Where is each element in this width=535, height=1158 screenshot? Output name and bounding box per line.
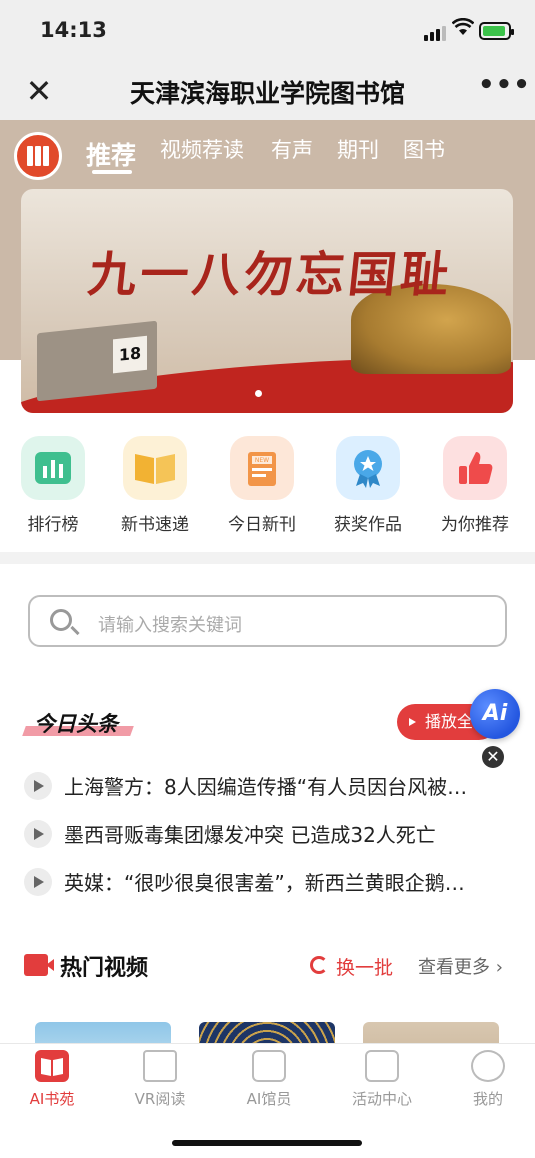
library-logo-icon (14, 132, 62, 180)
headlines-title: 今日头条 (34, 712, 118, 736)
bottom-tab-ai-books[interactable]: AI书苑 (7, 1050, 97, 1109)
nav-bar: ✕ 天津滨海职业学院图书馆 ••• (0, 62, 535, 120)
refresh-icon[interactable] (310, 956, 328, 974)
user-icon (471, 1050, 505, 1082)
tab-books[interactable]: 图书 (403, 134, 445, 164)
close-fab-icon[interactable]: ✕ (482, 746, 504, 768)
tab-video-reading[interactable]: 视频荐读 (160, 134, 244, 164)
headline-item[interactable]: 墨西哥贩毒集团爆发冲突 已造成32人死亡 (24, 816, 504, 856)
entry-new-journals[interactable]: NEW 今日新刊 (212, 436, 312, 535)
play-icon[interactable] (24, 820, 52, 848)
bottom-tab-vr-reading[interactable]: VR阅读 (115, 1050, 205, 1109)
entry-for-you[interactable]: 为你推荐 (425, 436, 525, 535)
bottom-tab-activity-center[interactable]: 活动中心 (337, 1050, 427, 1109)
entry-new-books-label: 新书速递 (121, 515, 189, 535)
book-icon (123, 436, 187, 500)
hot-videos-title: 热门视频 (60, 956, 149, 981)
chip-icon (252, 1050, 286, 1082)
banner-carousel[interactable]: 18 九一八勿忘国耻 (21, 189, 513, 413)
tab-journals[interactable]: 期刊 (337, 134, 379, 164)
search-icon (50, 609, 80, 636)
cellular-signal-icon (424, 22, 448, 41)
chart-icon (21, 436, 85, 500)
video-camera-icon (24, 954, 54, 976)
entry-ranking[interactable]: 排行榜 (3, 436, 103, 535)
bottom-tab-label: AI书苑 (29, 1090, 75, 1108)
calendar-star-icon (365, 1050, 399, 1082)
wifi-icon (452, 18, 474, 35)
entry-award-works-label: 获奖作品 (334, 515, 402, 535)
status-time: 14:13 (40, 18, 107, 42)
see-more-label: 查看更多 (418, 957, 490, 978)
play-icon[interactable] (24, 772, 52, 800)
entry-new-journals-label: 今日新刊 (228, 515, 296, 535)
entry-new-books[interactable]: 新书速递 (105, 436, 205, 535)
search-input[interactable]: 请输入搜索关键词 (28, 595, 507, 647)
banner-calendar-monument: 18 (37, 320, 157, 402)
cube-icon (143, 1050, 177, 1082)
headline-item[interactable]: 上海警方：8人因编造传播“有人员因台风被… (24, 768, 504, 808)
headline-text: 上海警方：8人因编造传播“有人员因台风被… (64, 775, 468, 799)
bottom-tab-ai-librarian[interactable]: AI馆员 (224, 1050, 314, 1109)
bottom-tab-label: 我的 (472, 1090, 503, 1108)
page-title: 天津滨海职业学院图书馆 (129, 79, 405, 108)
play-icon (409, 718, 416, 726)
thumbs-up-icon (443, 436, 507, 500)
entry-for-you-label: 为你推荐 (441, 515, 509, 535)
book-open-icon (35, 1050, 69, 1082)
headline-text: 英媒：“很吵很臭很害羞”，新西兰黄眼企鹅… (64, 871, 465, 895)
battery-icon (479, 22, 514, 40)
section-divider (0, 552, 535, 564)
entry-award-works[interactable]: 获奖作品 (318, 436, 418, 535)
ai-assistant-button[interactable]: Ai (470, 689, 520, 739)
bottom-tab-me[interactable]: 我的 (443, 1050, 533, 1109)
tab-recommend[interactable]: 推荐 (86, 136, 136, 172)
see-more-link[interactable]: 查看更多 › (418, 953, 503, 979)
award-icon (336, 436, 400, 500)
bottom-tab-label: AI馆员 (246, 1090, 292, 1108)
search-placeholder: 请输入搜索关键词 (98, 615, 242, 636)
carousel-dot (255, 390, 262, 397)
svg-text:NEW: NEW (255, 457, 269, 464)
headline-text: 墨西哥贩毒集团爆发冲突 已造成32人死亡 (64, 823, 436, 847)
entry-ranking-label: 排行榜 (27, 515, 79, 535)
refresh-button[interactable]: 换一批 (336, 953, 393, 980)
play-icon[interactable] (24, 868, 52, 896)
home-indicator (172, 1140, 362, 1146)
new-magazine-icon: NEW (230, 436, 294, 500)
tab-active-indicator (92, 170, 132, 174)
headline-item[interactable]: 英媒：“很吵很臭很害羞”，新西兰黄眼企鹅… (24, 864, 504, 904)
chevron-right-icon: › (490, 957, 503, 978)
bottom-tab-label: VR阅读 (134, 1090, 186, 1108)
banner-calendar-number: 18 (113, 335, 147, 374)
more-icon[interactable]: ••• (478, 70, 531, 100)
tab-audio[interactable]: 有声 (271, 134, 313, 164)
play-all-label: 播放全 (425, 712, 474, 731)
banner-title: 九一八勿忘国耻 (85, 247, 456, 303)
bottom-tab-label: 活动中心 (351, 1090, 412, 1108)
